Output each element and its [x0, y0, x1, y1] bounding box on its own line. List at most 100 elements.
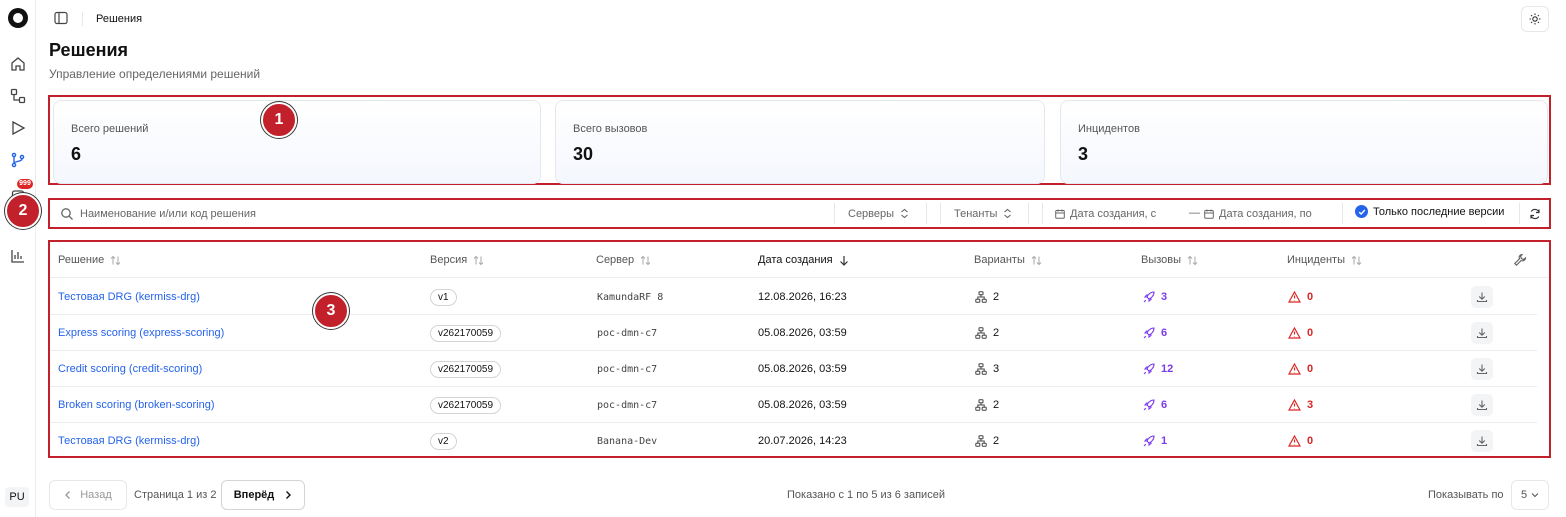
variants-cell: 3 — [975, 351, 999, 387]
table-row[interactable]: Express scoring (express-scoring) v262170… — [50, 315, 1537, 351]
version-badge: v262170059 — [430, 360, 502, 378]
calls-cell: 6 — [1143, 387, 1167, 423]
branch-icon[interactable] — [8, 150, 28, 170]
column-header-created[interactable]: Дата создания — [758, 254, 849, 266]
latest-versions-toggle[interactable]: Только последние версии — [1355, 205, 1504, 218]
download-button[interactable] — [1471, 358, 1493, 380]
table-row[interactable]: Broken scoring (broken-scoring) v26217005… — [50, 387, 1537, 423]
home-icon[interactable] — [8, 54, 28, 74]
hierarchy-icon — [975, 327, 987, 339]
column-header-label: Дата создания — [758, 254, 833, 266]
table-row[interactable]: Тестовая DRG (kermiss-drg) v2 Banana-Dev 20… — [50, 423, 1537, 459]
hierarchy-icon — [975, 291, 987, 303]
next-page-button[interactable]: Вперёд — [221, 480, 305, 510]
workflow-icon[interactable] — [8, 86, 28, 106]
created-cell: 05.08.2026, 03:59 — [758, 399, 847, 411]
variants-count: 2 — [993, 291, 1000, 303]
chart-icon[interactable] — [8, 246, 28, 266]
column-header-label: Варианты — [974, 254, 1025, 266]
servers-select[interactable]: Серверы — [848, 203, 909, 224]
hierarchy-icon — [975, 363, 987, 375]
rocket-icon — [1143, 399, 1155, 411]
download-button[interactable] — [1471, 286, 1493, 308]
refresh-icon — [1530, 208, 1540, 219]
table-row[interactable]: Тестовая DRG (kermiss-drg) v1 KamundaRF 8 1… — [50, 279, 1537, 315]
calls-cell: 3 — [1143, 279, 1167, 315]
stat-label: Всего решений — [71, 123, 149, 135]
chevron-right-icon — [286, 491, 292, 499]
records-shown-info: Показано с 1 по 5 из 6 записей — [787, 489, 945, 501]
column-header-calls[interactable]: Вызовы — [1141, 254, 1198, 266]
refresh-button[interactable] — [1523, 203, 1547, 224]
page-subtitle: Управление определениями решений — [49, 67, 261, 81]
tenants-select[interactable]: Тенанты — [954, 203, 1012, 224]
sidebar-toggle-icon[interactable] — [54, 11, 70, 27]
incidents-count: 0 — [1307, 291, 1314, 303]
server-cell: poc-dmn-c7 — [597, 363, 658, 375]
column-header-variants[interactable]: Варианты — [974, 254, 1042, 266]
download-button[interactable] — [1471, 322, 1493, 344]
search-box — [52, 202, 832, 225]
variants-count: 2 — [993, 435, 1000, 447]
wrench-icon[interactable] — [1513, 253, 1527, 267]
filter-divider — [1028, 203, 1029, 224]
variants-cell: 2 — [975, 279, 999, 315]
breadcrumb[interactable]: Решения — [96, 13, 142, 25]
table-header: Решение Версия Сервер Дата создания Вари… — [50, 242, 1549, 278]
sort-icon — [110, 255, 121, 265]
rocket-icon — [1143, 291, 1155, 303]
column-header-label: Вызовы — [1141, 254, 1182, 266]
version-cell: v262170059 — [430, 387, 502, 423]
column-header-decision[interactable]: Решение — [58, 254, 121, 266]
incidents-cell: 0 — [1288, 315, 1313, 351]
column-header-incidents[interactable]: Инциденты — [1287, 254, 1362, 266]
created-cell: 05.08.2026, 03:59 — [758, 363, 847, 375]
version-badge: v2 — [430, 432, 457, 450]
warning-icon — [1288, 399, 1301, 411]
version-cell: v262170059 — [430, 351, 502, 387]
theme-toggle-button[interactable] — [1521, 6, 1549, 32]
column-header-server[interactable]: Сервер — [596, 254, 651, 266]
server-cell: Banana-Dev — [597, 435, 658, 447]
download-icon — [1476, 400, 1488, 411]
check-icon — [1358, 209, 1365, 215]
play-icon[interactable] — [8, 118, 28, 138]
download-button[interactable] — [1471, 394, 1493, 416]
decision-link[interactable]: Broken scoring (broken-scoring) — [58, 387, 215, 423]
version-cell: v1 — [430, 279, 457, 315]
download-icon — [1476, 436, 1488, 447]
stat-card-incidents: Инцидентов 3 — [1060, 100, 1548, 184]
filter-divider — [1342, 203, 1343, 224]
avatar[interactable]: PU — [5, 487, 29, 507]
annotation-marker-2: 2 — [5, 193, 41, 229]
calendar-icon — [1204, 209, 1214, 219]
stat-card-total-calls: Всего вызовов 30 — [555, 100, 1045, 184]
page-title: Решения — [49, 40, 129, 60]
date-to-field[interactable]: Дата создания, по — [1204, 203, 1312, 224]
logo[interactable] — [8, 8, 28, 28]
incidents-cell: 0 — [1288, 351, 1313, 387]
incidents-count: 3 — [1307, 399, 1314, 411]
topbar-divider — [82, 12, 83, 26]
page-info: Страница 1 из 2 — [134, 489, 217, 501]
download-button[interactable] — [1471, 430, 1493, 452]
warning-icon — [1288, 291, 1301, 303]
incidents-count: 0 — [1307, 327, 1314, 339]
column-header-version[interactable]: Версия — [430, 254, 484, 266]
date-from-field[interactable]: Дата создания, с — [1055, 203, 1156, 224]
table-row[interactable]: Credit scoring (credit-scoring) v26217005… — [50, 351, 1537, 387]
rocket-icon — [1143, 363, 1155, 375]
filter-divider — [926, 203, 927, 224]
filter-bar: Серверы Тенанты Дата создания, с — Дата … — [48, 198, 1551, 229]
search-input[interactable] — [80, 207, 820, 220]
per-page-select[interactable]: 5 — [1511, 480, 1549, 510]
decision-link[interactable]: Credit scoring (credit-scoring) — [58, 351, 202, 387]
created-cell: 12.08.2026, 16:23 — [758, 291, 847, 303]
prev-page-button[interactable]: Назад — [49, 480, 127, 510]
filter-divider — [1519, 203, 1520, 224]
checkbox-checked[interactable] — [1355, 205, 1368, 218]
decision-link[interactable]: Express scoring (express-scoring) — [58, 315, 224, 351]
latest-versions-label: Только последние версии — [1373, 205, 1505, 218]
decision-link[interactable]: Тестовая DRG (kermiss-drg) — [58, 423, 200, 459]
decision-link[interactable]: Тестовая DRG (kermiss-drg) — [58, 279, 200, 315]
